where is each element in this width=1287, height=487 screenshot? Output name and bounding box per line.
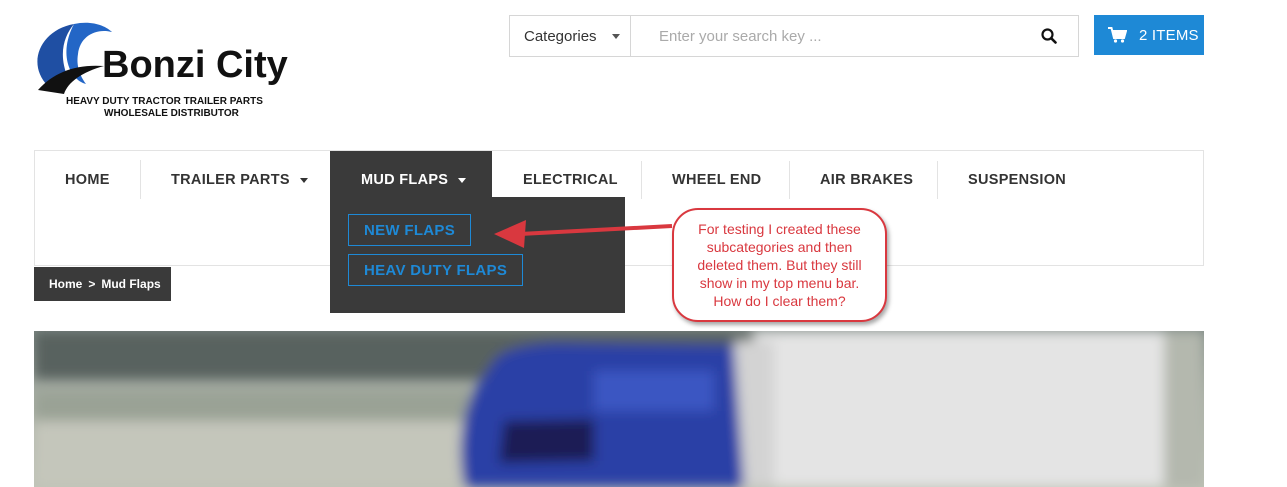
nav-item-air-brakes[interactable]: AIR BRAKES bbox=[790, 151, 938, 209]
cart-label: 2 ITEMS bbox=[1139, 26, 1199, 44]
breadcrumb-home-link[interactable]: Home bbox=[49, 277, 82, 291]
nav-item-label: HOME bbox=[65, 172, 110, 188]
dropdown-item-label: HEAV DUTY FLAPS bbox=[364, 261, 508, 279]
nav-item-trailer-parts[interactable]: TRAILER PARTS bbox=[141, 151, 330, 209]
cart-button[interactable]: 2 ITEMS bbox=[1094, 15, 1204, 55]
truck-photo bbox=[34, 331, 1204, 487]
breadcrumb: Home > Mud Flaps bbox=[34, 267, 171, 301]
search-icon bbox=[1041, 28, 1057, 44]
logo-tagline: HEAVY DUTY TRACTOR TRAILER PARTS bbox=[66, 96, 263, 107]
nav-item-label: ELECTRICAL bbox=[523, 172, 618, 188]
nav-item-label: MUD FLAPS bbox=[361, 172, 449, 188]
category-select-label: Categories bbox=[524, 27, 597, 45]
breadcrumb-current: Mud Flaps bbox=[101, 277, 161, 291]
breadcrumb-separator: > bbox=[88, 277, 96, 291]
annotation-callout: For testing I created these subcategorie… bbox=[672, 208, 887, 322]
caret-down-icon bbox=[611, 33, 620, 39]
dropdown-item-new-flaps[interactable]: NEW FLAPS bbox=[348, 214, 472, 246]
logo-tagline-2: WHOLESALE DISTRIBUTOR bbox=[104, 108, 239, 119]
logo-name: Bonzi City bbox=[102, 44, 288, 86]
nav-item-home[interactable]: HOME bbox=[35, 151, 141, 209]
search-input[interactable] bbox=[631, 16, 1020, 56]
nav-item-suspension[interactable]: SUSPENSION bbox=[938, 151, 1098, 209]
nav-item-label: TRAILER PARTS bbox=[171, 172, 290, 188]
hero-banner-image bbox=[34, 331, 1204, 487]
nav-item-wheel-end[interactable]: WHEEL END bbox=[642, 151, 790, 209]
nav-item-label: SUSPENSION bbox=[968, 172, 1067, 188]
mud-flaps-dropdown: NEW FLAPS HEAV DUTY FLAPS bbox=[330, 197, 625, 313]
category-select[interactable]: Categories bbox=[510, 16, 631, 56]
search-button[interactable] bbox=[1020, 16, 1078, 56]
nav-item-label: WHEEL END bbox=[672, 172, 762, 188]
caret-down-icon bbox=[458, 177, 467, 183]
site-logo[interactable]: Bonzi City HEAVY DUTY TRACTOR TRAILER PA… bbox=[34, 14, 314, 124]
cart-icon bbox=[1108, 27, 1127, 43]
search-bar: Categories bbox=[509, 15, 1079, 57]
nav-item-label: AIR BRAKES bbox=[820, 172, 914, 188]
caret-down-icon bbox=[299, 177, 308, 183]
annotation-text: For testing I created these subcategorie… bbox=[697, 221, 862, 309]
dropdown-item-label: NEW FLAPS bbox=[364, 221, 456, 239]
dropdown-item-heavy-duty-flaps[interactable]: HEAV DUTY FLAPS bbox=[348, 254, 524, 286]
nav-divider bbox=[140, 160, 141, 198]
